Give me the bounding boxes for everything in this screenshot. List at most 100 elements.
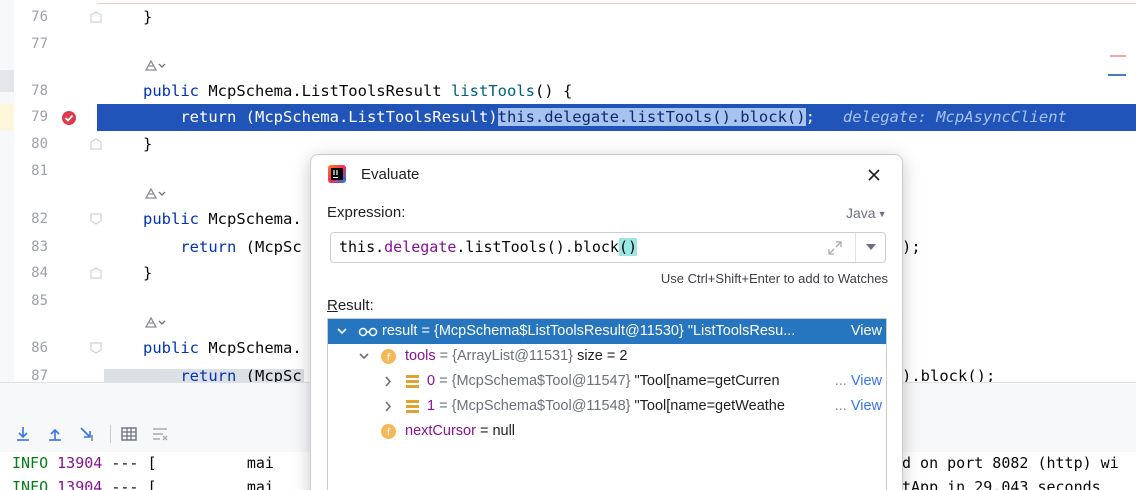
- tree-row-tools[interactable]: f tools = {ArrayList@11531} size = 2: [328, 344, 886, 369]
- view-link[interactable]: ... View: [830, 369, 882, 394]
- code-fragment: (McpSc: [236, 238, 302, 256]
- keyword: public: [143, 82, 199, 100]
- console-line-tail: d on port 8082 (http) wi: [902, 454, 1119, 472]
- execution-point-line[interactable]: return (McpSchema.ListToolsResult)this.d…: [97, 104, 1136, 131]
- tree-row-text: tools = {ArrayList@11531} size = 2: [405, 344, 627, 369]
- history-dropdown-button[interactable]: [855, 233, 886, 262]
- code-fragment: McpSchema.: [199, 339, 302, 357]
- log-level: INFO: [12, 478, 49, 490]
- keyword: return: [143, 238, 237, 256]
- field-icon: f: [381, 349, 396, 364]
- line-number: 84: [31, 265, 48, 281]
- expression-input[interactable]: this.delegate.listTools().block(): [330, 232, 886, 263]
- line-number: 85: [31, 293, 48, 309]
- field-icon: f: [381, 424, 396, 439]
- language-label: Java: [846, 205, 876, 221]
- chevron-down-icon: [866, 244, 876, 250]
- log-thread: mai: [246, 478, 274, 490]
- var-value: "Tool[name=getCurren: [634, 373, 780, 389]
- var-name: tools: [405, 348, 436, 364]
- expr-fragment: .listTools().block: [456, 238, 619, 256]
- log-separator: --- [: [111, 454, 157, 472]
- code-text: }: [143, 264, 153, 282]
- code-vision-hint[interactable]: [143, 186, 167, 208]
- code-line-78[interactable]: 78 public McpSchema.ListToolsResult list…: [0, 78, 1136, 105]
- code-tail: ).block();: [902, 367, 996, 382]
- code-text: public McpSchema.ListToolsResult listToo…: [143, 78, 572, 105]
- expr-field: delegate: [384, 238, 457, 256]
- view-link[interactable]: View: [846, 319, 882, 344]
- log-separator: --- [: [111, 478, 157, 490]
- expand-editor-icon[interactable]: [827, 240, 843, 256]
- line-number: 87: [31, 368, 48, 382]
- result-label: Result:: [327, 297, 374, 314]
- line-number: 83: [31, 239, 48, 255]
- view-link[interactable]: ... View: [830, 394, 882, 419]
- add-to-watches-hint: Use Ctrl+Shift+Enter to add to Watches: [660, 271, 888, 286]
- intellij-logo-icon: [328, 165, 346, 183]
- code-fragment: McpSchema.: [199, 210, 302, 228]
- chevron-right-icon[interactable]: [382, 369, 394, 394]
- step-into-icon[interactable]: [78, 425, 96, 443]
- var-type: = {ArrayList@11531}: [435, 348, 578, 364]
- svg-text:f: f: [387, 428, 391, 439]
- console-line: INFO 13904 --- [ mai: [12, 476, 274, 490]
- code-vision-hint[interactable]: [143, 315, 167, 337]
- code-fragment: () {: [534, 82, 573, 100]
- code-text: }: [143, 135, 153, 153]
- fold-start-icon[interactable]: [90, 213, 102, 225]
- inline-debug-value: delegate: McpAsyncClient: [842, 108, 1067, 126]
- chevron-down-icon[interactable]: [336, 319, 348, 344]
- log-pid: 13904: [57, 478, 103, 490]
- expr-fragment: this.: [339, 238, 385, 256]
- var-name: 1: [427, 398, 436, 414]
- ai-hint-icon: [144, 187, 166, 199]
- tree-row-text: 0 = {McpSchema$Tool@11547} "Tool[name=ge…: [427, 369, 780, 394]
- line-number: 76: [31, 9, 48, 25]
- chevron-down-icon: ▼: [877, 209, 887, 219]
- breakpoint-icon[interactable]: [61, 110, 77, 126]
- line-number: 86: [31, 340, 48, 356]
- toolbar-separator: [110, 425, 111, 443]
- result-tree[interactable]: result = {McpSchema$ListToolsResult@1153…: [327, 318, 887, 490]
- line-number: 78: [31, 83, 48, 99]
- console-line-tail: tApp in 29.043 seconds: [902, 478, 1101, 490]
- code-line-77[interactable]: 77: [0, 31, 1136, 58]
- code-tail: );: [902, 238, 921, 256]
- filter-icon[interactable]: [151, 425, 169, 443]
- expr-paren-match: (): [618, 238, 638, 256]
- code-line-76[interactable]: 76 }: [0, 4, 1136, 31]
- scroll-to-end-icon[interactable]: [14, 425, 32, 443]
- code-vision-hint[interactable]: [143, 58, 167, 80]
- console-line: INFO 13904 --- [ mai: [12, 452, 274, 474]
- code-fragment: return (McpSchema.ListToolsResult): [143, 108, 498, 126]
- code-text: return (McpSc: [143, 234, 302, 261]
- close-icon[interactable]: [864, 165, 884, 185]
- watch-glasses-icon: [358, 327, 378, 337]
- tree-row-nextcursor[interactable]: f nextCursor = null: [328, 419, 886, 444]
- tree-row-text: nextCursor = null: [405, 419, 515, 444]
- tree-row-result[interactable]: result = {McpSchema$ListToolsResult@1153…: [328, 319, 886, 344]
- var-value: = {McpSchema$ListToolsResult@11530} "Lis…: [417, 323, 784, 339]
- tree-row-item[interactable]: 1 = {McpSchema$Tool@11548} "Tool[name=ge…: [328, 394, 886, 419]
- line-number: 82: [31, 211, 48, 227]
- table-view-icon[interactable]: [120, 425, 138, 443]
- fold-end-icon[interactable]: [90, 11, 102, 23]
- language-dropdown[interactable]: Java ▼: [846, 204, 887, 224]
- chevron-right-icon[interactable]: [382, 394, 394, 419]
- code-fragment: ;: [805, 108, 815, 126]
- chevron-down-icon[interactable]: [358, 344, 370, 369]
- code-text: return (McpSchema.ListToolsResult)this.d…: [143, 104, 1067, 131]
- scroll-to-top-icon[interactable]: [46, 425, 64, 443]
- var-value: size = 2: [577, 348, 628, 364]
- code-text: public McpSchema.: [143, 206, 302, 233]
- tree-row-text: result = {McpSchema$ListToolsResult@1153…: [382, 323, 796, 339]
- var-value: "Tool[name=getWeathe: [634, 398, 785, 414]
- tree-row-item[interactable]: 0 = {McpSchema$Tool@11547} "Tool[name=ge…: [328, 369, 886, 394]
- var-name: result: [382, 323, 418, 339]
- fold-end-icon[interactable]: [90, 138, 102, 150]
- line-number: 79: [31, 109, 48, 125]
- fold-end-icon[interactable]: [90, 267, 102, 279]
- code-fragment: (McpSc: [236, 367, 302, 382]
- fold-start-icon[interactable]: [90, 342, 102, 354]
